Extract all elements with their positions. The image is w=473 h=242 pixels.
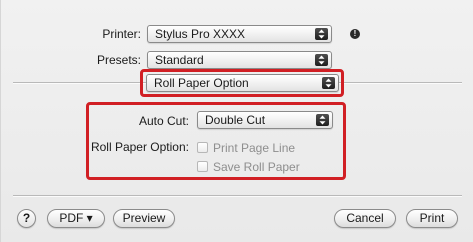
printer-value: Stylus Pro XXXX — [155, 27, 246, 41]
help-button[interactable]: ? — [17, 209, 36, 228]
preview-button[interactable]: Preview — [113, 209, 175, 228]
printer-popup[interactable]: Stylus Pro XXXX — [147, 25, 332, 43]
print-dialog: Printer: Stylus Pro XXXX ! Presets: Stan… — [0, 0, 473, 242]
print-button[interactable]: Print — [406, 209, 458, 228]
printer-label: Printer: — [102, 27, 141, 41]
auto-cut-label: Auto Cut: — [138, 114, 189, 128]
pdf-button[interactable]: PDF ▾ — [47, 209, 105, 228]
save-roll-paper-label: Save Roll Paper — [213, 160, 300, 174]
save-roll-paper-checkbox[interactable]: Save Roll Paper — [197, 160, 300, 174]
up-down-arrows-icon — [315, 54, 328, 66]
info-icon[interactable]: ! — [350, 29, 360, 39]
up-down-arrows-icon — [316, 114, 329, 126]
checkbox-box — [197, 161, 208, 172]
roll-paper-option-label: Roll Paper Option: — [90, 140, 189, 154]
auto-cut-popup[interactable]: Double Cut — [197, 111, 333, 129]
up-down-arrows-icon — [315, 28, 328, 40]
section-value: Roll Paper Option — [154, 76, 249, 90]
section-popup[interactable]: Roll Paper Option — [146, 74, 339, 92]
presets-value: Standard — [155, 53, 204, 67]
separator-bottom — [13, 195, 462, 196]
print-page-line-label: Print Page Line — [213, 141, 296, 155]
up-down-arrows-icon — [322, 77, 335, 89]
cancel-button[interactable]: Cancel — [334, 209, 396, 228]
presets-label: Presets: — [96, 53, 141, 67]
print-page-line-checkbox[interactable]: Print Page Line — [197, 141, 295, 155]
presets-popup[interactable]: Standard — [147, 51, 332, 69]
checkbox-box — [197, 142, 208, 153]
auto-cut-value: Double Cut — [205, 113, 266, 127]
